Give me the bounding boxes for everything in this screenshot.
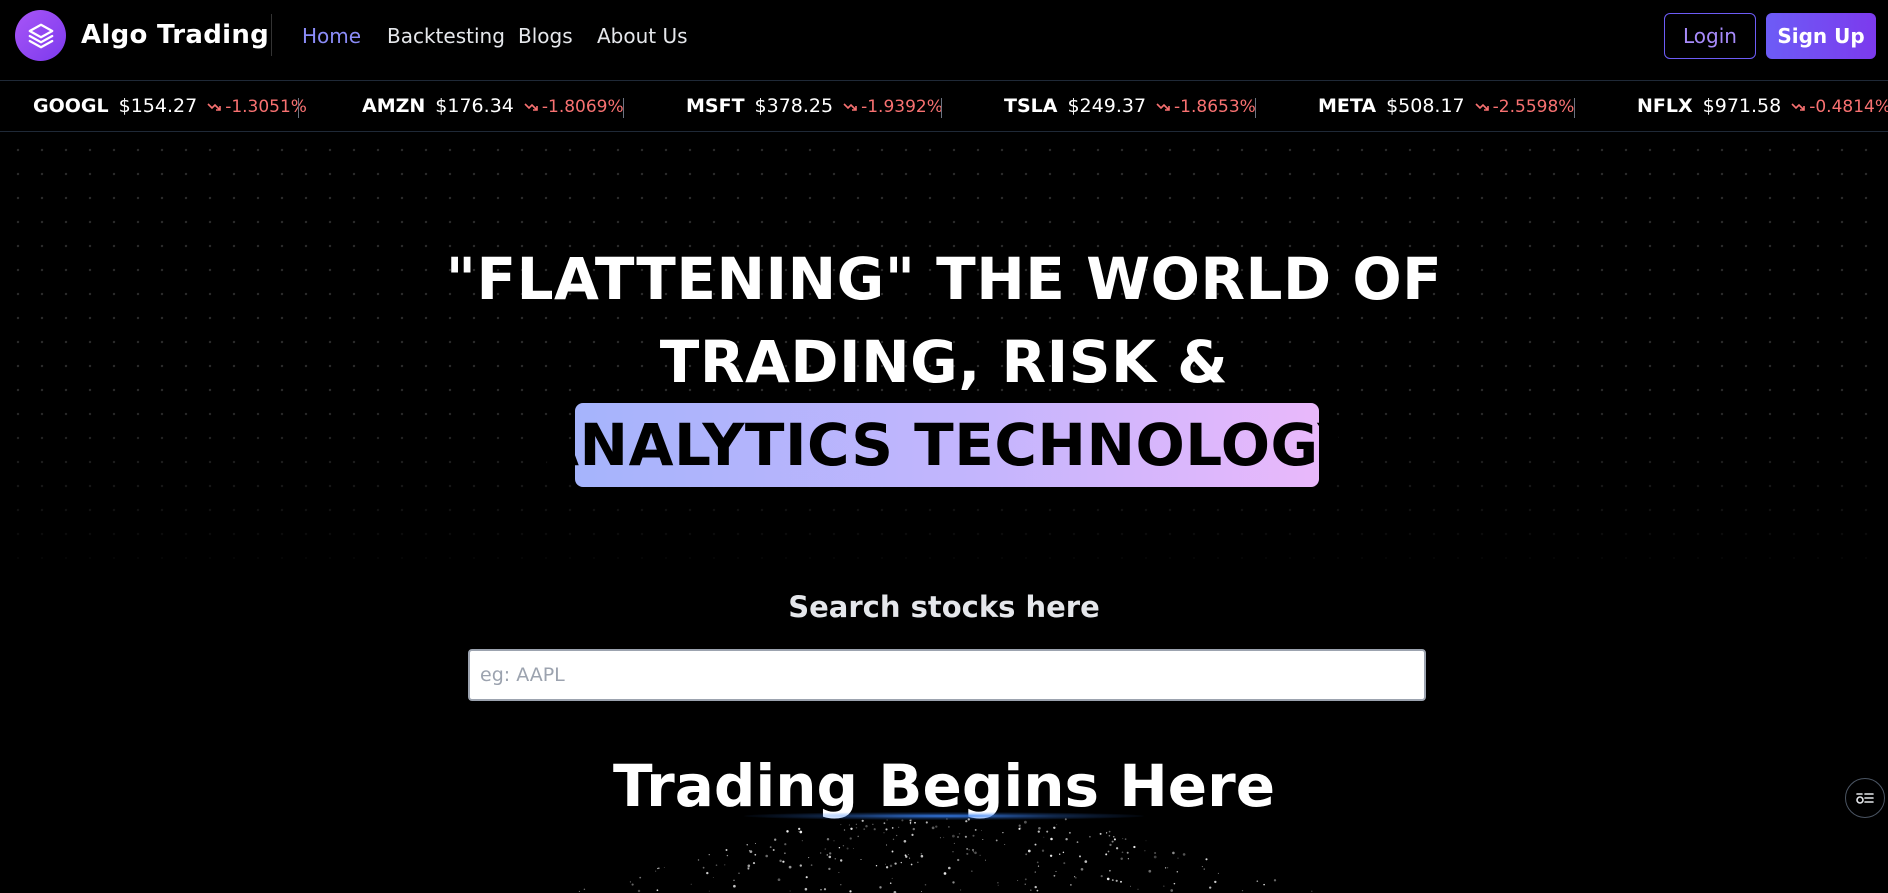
logo-layers-icon[interactable] <box>15 10 66 61</box>
ticker-symbol: NFLX <box>1637 95 1693 117</box>
hero-highlight-box: ANALYTICS TECHNOLOGY <box>534 403 1359 487</box>
brand-name[interactable]: Algo Trading <box>81 20 269 50</box>
signup-button[interactable]: Sign Up <box>1766 13 1876 59</box>
ticker-item[interactable]: AMZN $176.34 -1.8069% <box>362 95 624 117</box>
ticker-price: $176.34 <box>435 95 514 117</box>
trend-down-icon <box>1475 103 1489 111</box>
ticker-separator <box>1574 98 1575 118</box>
ticker-change: -2.5598% <box>1475 97 1575 117</box>
ticker-change-value: -2.5598% <box>1492 97 1575 117</box>
settings-toggle-icon[interactable] <box>1845 778 1885 818</box>
starfield-decoration <box>578 818 1313 893</box>
ticker-price: $508.17 <box>1386 95 1465 117</box>
trend-down-icon <box>1791 103 1806 111</box>
ticker-separator <box>623 98 624 118</box>
ticker-price: $378.25 <box>754 95 834 117</box>
ticker-change-value: -1.9392% <box>861 97 943 117</box>
hero-headline-line2: TRADING, RISK & <box>659 328 1229 396</box>
search-label: Search stocks here <box>788 590 1100 624</box>
ticker-price: $971.58 <box>1702 95 1782 117</box>
login-button[interactable]: Login <box>1664 13 1756 59</box>
ticker-symbol: AMZN <box>362 95 426 117</box>
ticker-change: -1.3051% <box>207 97 307 117</box>
trend-down-icon <box>524 103 538 111</box>
trend-down-icon <box>207 103 221 111</box>
ticker-change-value: -1.8653% <box>1174 97 1256 117</box>
ticker-separator <box>1255 98 1256 118</box>
trend-down-icon <box>843 103 857 111</box>
hero-headline-line1: "FLATTENING" THE WORLD OF <box>445 245 1443 313</box>
nav-home-link[interactable]: Home <box>302 24 361 48</box>
trading-title: Trading Begins Here <box>612 752 1276 820</box>
trend-down-icon <box>1156 103 1170 111</box>
nav-backtesting-link[interactable]: Backtesting <box>387 24 505 48</box>
ticker-symbol: MSFT <box>686 95 745 117</box>
ticker-change-value: -1.8069% <box>541 97 624 117</box>
nav-about-us-link[interactable]: About Us <box>597 24 688 48</box>
nav-blogs-link[interactable]: Blogs <box>518 24 573 48</box>
ticker-separator <box>298 98 299 118</box>
ticker-price: $249.37 <box>1067 95 1147 117</box>
stock-search-input[interactable] <box>468 649 1426 701</box>
ticker-item[interactable]: NFLX $971.58 -0.4814% <box>1637 95 1888 117</box>
stock-ticker: GOOGL $154.27 -1.3051% AMZN $176.34 -1.8… <box>0 80 1888 132</box>
hero-headline-line3: ANALYTICS TECHNOLOGY <box>534 411 1360 479</box>
ticker-change: -0.4814% <box>1791 97 1888 117</box>
ticker-change: -1.8069% <box>524 97 624 117</box>
ticker-change-value: -0.4814% <box>1809 97 1888 117</box>
ticker-symbol: TSLA <box>1004 95 1058 117</box>
ticker-change: -1.9392% <box>843 97 943 117</box>
ticker-change: -1.8653% <box>1156 97 1256 117</box>
nav-divider <box>271 14 272 56</box>
navbar: Algo Trading Home Backtesting Blogs Abou… <box>0 0 1888 80</box>
ticker-separator <box>941 98 942 118</box>
ticker-item[interactable]: TSLA $249.37 -1.8653% <box>1004 95 1256 117</box>
ticker-symbol: GOOGL <box>33 95 109 117</box>
ticker-change-value: -1.3051% <box>225 97 307 117</box>
ticker-item[interactable]: META $508.17 -2.5598% <box>1318 95 1574 117</box>
ticker-price: $154.27 <box>118 95 198 117</box>
ticker-item[interactable]: MSFT $378.25 -1.9392% <box>686 95 943 117</box>
ticker-symbol: META <box>1318 95 1377 117</box>
ticker-item[interactable]: GOOGL $154.27 -1.3051% <box>33 95 307 117</box>
